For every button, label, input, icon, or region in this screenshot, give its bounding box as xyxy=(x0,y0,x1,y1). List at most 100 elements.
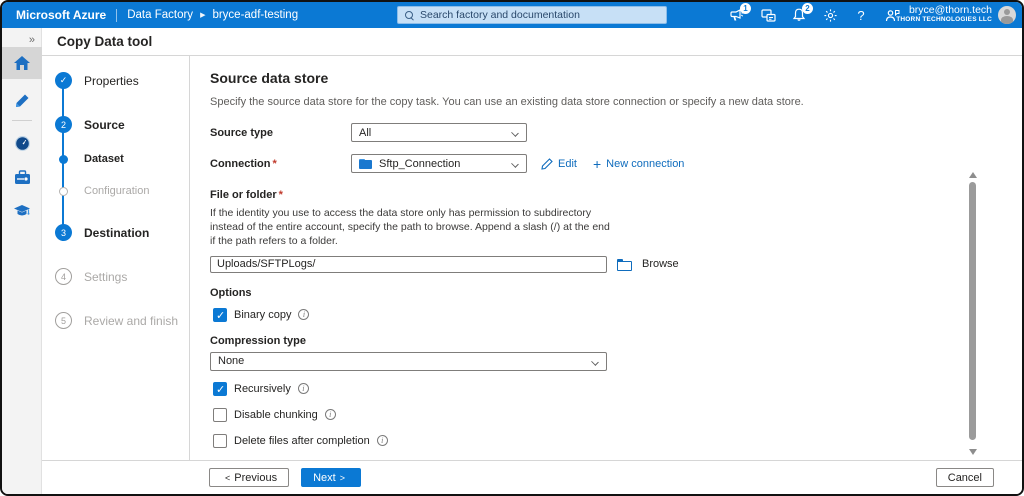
step-dataset[interactable]: Dataset xyxy=(59,153,124,165)
new-connection-button[interactable]: + New connection xyxy=(593,156,684,172)
recursively-label: Recursively xyxy=(234,382,291,395)
breadcrumb-arrow-icon: ▶ xyxy=(200,11,206,19)
file-or-folder-label: File or folder * xyxy=(210,189,283,201)
vertical-scrollbar[interactable] xyxy=(968,170,978,457)
disable-chunking-checkbox[interactable] xyxy=(213,407,227,422)
info-icon[interactable]: i xyxy=(297,383,309,395)
step-review-marker: 5 xyxy=(55,312,72,329)
search-placeholder: Search factory and documentation xyxy=(420,9,580,21)
info-icon[interactable]: i xyxy=(376,435,388,447)
step-configuration[interactable]: Configuration xyxy=(59,185,149,197)
step-settings-label: Settings xyxy=(84,269,128,284)
compression-value: None xyxy=(218,355,245,368)
step-destination[interactable]: 3 Destination xyxy=(55,224,149,241)
info-icon[interactable]: i xyxy=(298,309,310,321)
previous-button[interactable]: < Previous xyxy=(209,468,290,487)
connection-label: Connection * xyxy=(210,157,277,170)
page-title: Copy Data tool xyxy=(57,34,153,49)
step-configuration-marker xyxy=(59,186,68,196)
page-header: Copy Data tool xyxy=(42,28,1022,56)
delete-files-label: Delete files after completion xyxy=(234,434,370,447)
source-data-store-form: Source data store Specify the source dat… xyxy=(191,56,1022,460)
binary-copy-checkbox[interactable] xyxy=(213,307,227,322)
delete-after-row: Delete files after completion i xyxy=(213,433,962,448)
wizard-footer: < Previous Next > Cancel xyxy=(42,460,1022,494)
disable-chunking-row: Disable chunking i xyxy=(213,407,962,422)
switcher-icon[interactable] xyxy=(760,7,776,23)
source-type-select[interactable]: All xyxy=(351,123,527,142)
breadcrumb: Data Factory ▶ bryce-adf-testing xyxy=(127,9,298,21)
pencil-icon xyxy=(16,94,29,107)
toolbox-icon xyxy=(14,169,30,184)
left-sidebar: » xyxy=(2,28,42,494)
step-dataset-label: Dataset xyxy=(84,153,124,165)
chevron-down-icon xyxy=(591,357,599,366)
sidebar-item-learning[interactable] xyxy=(2,196,42,226)
wizard-steps-panel: ✓ Properties 2 Source Dataset Configurat… xyxy=(42,56,190,460)
topbar-divider xyxy=(116,8,118,22)
file-or-folder-input[interactable]: Uploads/SFTPLogs/ xyxy=(210,255,607,273)
compression-label: Compression type xyxy=(210,334,306,347)
step-properties-marker: ✓ xyxy=(55,72,72,89)
chevron-down-icon xyxy=(511,160,519,168)
binary-copy-row: Binary copy i xyxy=(213,307,962,322)
chevron-left-icon: < xyxy=(225,472,231,483)
avatar[interactable] xyxy=(998,6,1016,24)
step-settings[interactable]: 4 Settings xyxy=(55,268,127,285)
breadcrumb-app[interactable]: Data Factory xyxy=(127,9,193,21)
recursively-row: Recursively i xyxy=(213,381,962,396)
settings-gear-icon[interactable] xyxy=(822,7,838,23)
account-info[interactable]: bryce@thorn.tech THORN TECHNOLOGIES LLC xyxy=(896,4,992,24)
step-source[interactable]: 2 Source xyxy=(55,116,125,133)
step-destination-marker: 3 xyxy=(55,224,72,241)
user-email: bryce@thorn.tech xyxy=(908,4,992,16)
notifications-badge: 2 xyxy=(802,3,813,14)
binary-copy-label: Binary copy xyxy=(234,308,292,321)
edit-connection-button[interactable]: Edit xyxy=(541,158,577,170)
source-type-value: All xyxy=(359,126,372,139)
browse-folder-icon xyxy=(617,259,632,272)
sidebar-item-home[interactable] xyxy=(2,47,42,79)
app-window: Microsoft Azure Data Factory ▶ bryce-adf… xyxy=(0,0,1024,496)
expand-sidebar-icon[interactable]: » xyxy=(29,34,35,46)
delete-files-checkbox[interactable] xyxy=(213,433,227,448)
announcements-icon[interactable]: 1 xyxy=(729,3,751,23)
chevron-right-icon: > xyxy=(339,472,345,483)
recursively-checkbox[interactable] xyxy=(213,381,227,396)
connection-row: Connection * Sftp_Connection Edit + New c… xyxy=(210,154,962,173)
sidebar-item-manage[interactable] xyxy=(2,162,42,192)
step-properties[interactable]: ✓ Properties xyxy=(55,72,139,89)
azure-brand[interactable]: Microsoft Azure xyxy=(16,8,106,22)
sidebar-item-author[interactable] xyxy=(2,86,42,116)
folder-icon xyxy=(359,158,372,169)
sidebar-item-monitor[interactable] xyxy=(2,128,42,158)
cancel-button[interactable]: Cancel xyxy=(935,468,994,487)
scroll-down-arrow-icon[interactable] xyxy=(969,449,977,455)
info-icon[interactable]: i xyxy=(324,409,336,421)
sidebar-separator xyxy=(12,120,32,121)
edit-pencil-icon xyxy=(541,157,553,170)
step-properties-label: Properties xyxy=(84,73,139,88)
step-settings-marker: 4 xyxy=(55,268,72,285)
step-review[interactable]: 5 Review and finish xyxy=(55,312,178,329)
help-icon[interactable]: ? xyxy=(853,7,869,23)
step-source-label: Source xyxy=(84,117,125,132)
scrollbar-thumb[interactable] xyxy=(969,182,976,440)
disable-chunking-label: Disable chunking xyxy=(234,408,318,421)
user-org: THORN TECHNOLOGIES LLC xyxy=(896,16,992,24)
required-asterisk: * xyxy=(272,157,277,170)
connection-select[interactable]: Sftp_Connection xyxy=(351,154,527,173)
breadcrumb-factory[interactable]: bryce-adf-testing xyxy=(212,9,298,21)
home-icon xyxy=(14,56,30,70)
search-input[interactable]: Search factory and documentation xyxy=(397,6,667,24)
announcements-badge: 1 xyxy=(740,3,751,14)
notifications-bell-icon[interactable]: 2 xyxy=(791,3,813,23)
compression-select[interactable]: None xyxy=(210,351,607,371)
browse-button[interactable]: Browse xyxy=(617,258,679,272)
scroll-up-arrow-icon[interactable] xyxy=(969,172,977,178)
file-or-folder-value: Uploads/SFTPLogs/ xyxy=(217,258,316,271)
step-dataset-marker xyxy=(59,154,68,164)
chevron-down-icon xyxy=(511,129,519,137)
step-configuration-label: Configuration xyxy=(84,185,150,197)
next-button[interactable]: Next > xyxy=(301,468,361,487)
